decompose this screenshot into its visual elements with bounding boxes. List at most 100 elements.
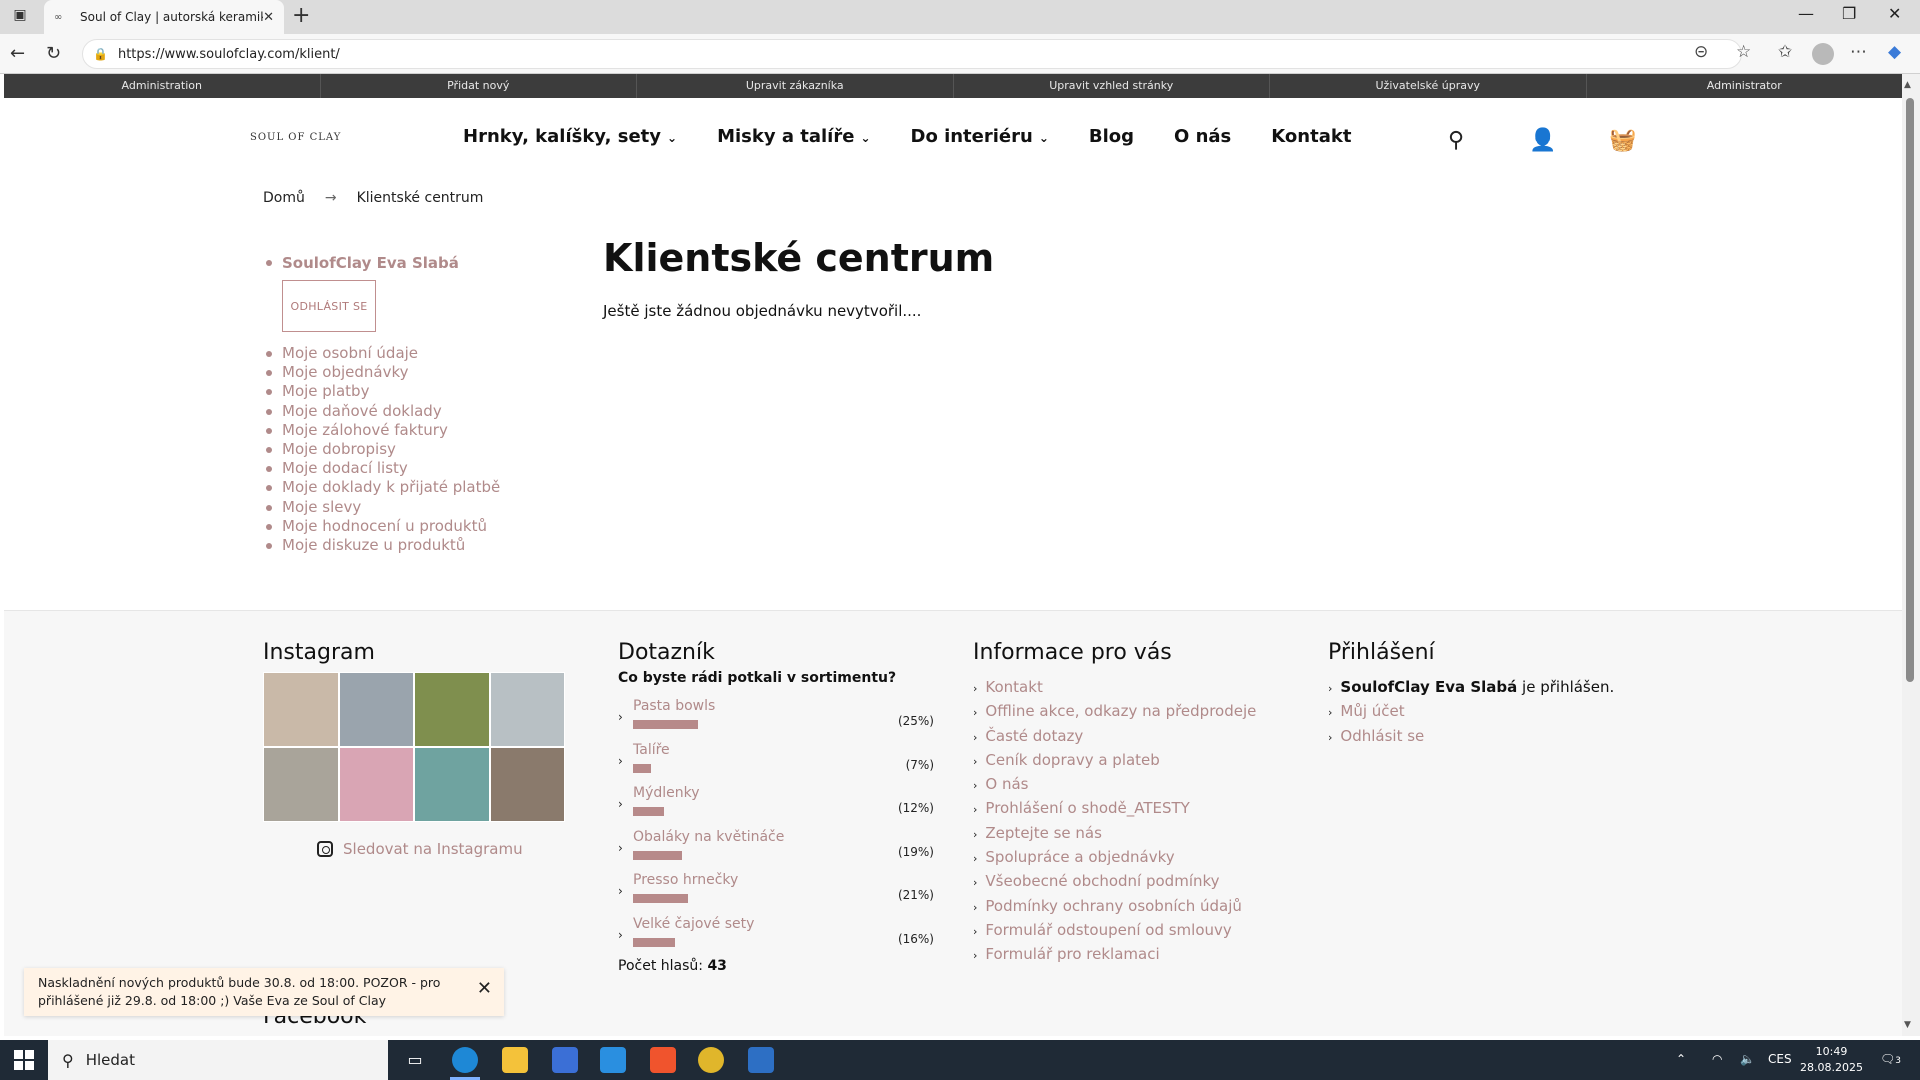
follow-instagram-link[interactable]: Sledovat na Instagramu	[317, 840, 523, 858]
notifications-icon[interactable]: 🗨3	[1880, 1052, 1901, 1066]
nav-item-blog[interactable]: Blog	[1089, 126, 1134, 147]
favorite-star-icon[interactable]: ☆	[1736, 42, 1751, 62]
store-icon[interactable]	[552, 1047, 578, 1073]
volume-icon[interactable]: 🔈	[1740, 1052, 1755, 1066]
info-link[interactable]: › Ceník dopravy a plateb	[973, 749, 1256, 773]
poll-option[interactable]: › Velké čajové sety (16%)	[618, 916, 934, 960]
admin-link[interactable]: Administrator	[1587, 74, 1903, 98]
cart-icon[interactable]: 🧺	[1609, 128, 1636, 153]
mail-icon[interactable]	[600, 1047, 626, 1073]
close-window-icon[interactable]: ✕	[1888, 4, 1901, 23]
photos-icon[interactable]	[748, 1047, 774, 1073]
search-icon[interactable]: ⚲	[1448, 128, 1464, 153]
admin-link[interactable]: Upravit vzhled stránky	[954, 74, 1270, 98]
restore-icon[interactable]: ❐	[1842, 4, 1856, 23]
sidebar-link[interactable]: Moje daňové doklady	[266, 402, 542, 421]
url-field[interactable]: 🔒 https://www.soulofclay.com/klient/	[82, 39, 1742, 69]
bullet	[266, 447, 272, 454]
close-icon[interactable]: ✕	[477, 980, 492, 998]
poll-option[interactable]: › Presso hrnečky (21%)	[618, 872, 934, 916]
sidebar-link[interactable]: Moje dodací listy	[266, 459, 542, 478]
nav-item-about[interactable]: O nás	[1174, 126, 1231, 147]
minimize-icon[interactable]: —	[1798, 4, 1814, 23]
bullet	[266, 351, 272, 357]
instagram-photo[interactable]	[414, 672, 490, 747]
scroll-down-icon[interactable]: ▼	[1904, 1020, 1911, 1030]
edge-icon[interactable]	[452, 1047, 478, 1073]
chevron-up-icon[interactable]: ⌃	[1676, 1052, 1686, 1066]
profile-avatar[interactable]	[1812, 43, 1834, 65]
more-options-icon[interactable]: ⋯	[1850, 42, 1867, 62]
info-link[interactable]: › Spolupráce a objednávky	[973, 846, 1256, 870]
network-icon[interactable]: ◠	[1712, 1052, 1722, 1066]
file-explorer-icon[interactable]	[502, 1047, 528, 1073]
nav-item-bowls[interactable]: Misky a talíře ⌄	[717, 126, 870, 147]
admin-link[interactable]: Administration	[4, 74, 321, 98]
sidebar-link[interactable]: Moje platby	[266, 382, 542, 401]
admin-link[interactable]: Uživatelské úpravy	[1270, 74, 1587, 98]
task-view-icon[interactable]: ▭	[402, 1047, 428, 1073]
admin-link[interactable]: Upravit zákazníka	[637, 74, 954, 98]
info-link[interactable]: › Kontakt	[973, 676, 1256, 700]
poll-option[interactable]: › Talíře (7%)	[618, 742, 934, 786]
info-link[interactable]: › O nás	[973, 773, 1256, 797]
nav-item-mugs[interactable]: Hrnky, kalíšky, sety ⌄	[463, 126, 677, 147]
instagram-photo[interactable]	[338, 672, 414, 747]
nav-item-interior[interactable]: Do interiéru ⌄	[911, 126, 1049, 147]
instagram-photo[interactable]	[489, 747, 565, 822]
tab-actions-icon[interactable]: ▣	[10, 7, 30, 27]
instagram-photo[interactable]	[414, 747, 490, 822]
admin-link[interactable]: Přidat nový	[321, 74, 637, 98]
scrollbar-thumb[interactable]	[1906, 98, 1914, 682]
sidebar-link[interactable]: Moje osobní údaje	[266, 344, 542, 363]
browser-tab[interactable]: ∞ Soul of Clay | autorská keramika ✕	[44, 0, 284, 34]
footer-logout-link[interactable]: › Odhlásit se	[1328, 725, 1614, 749]
nav-item-contact[interactable]: Kontakt	[1271, 126, 1351, 147]
reader-icon[interactable]: ⊝	[1694, 42, 1708, 62]
sidebar-link[interactable]: Moje doklady k přijaté platbě	[266, 478, 542, 497]
copilot-icon[interactable]: ◆	[1888, 42, 1901, 62]
instagram-photo[interactable]	[489, 672, 565, 747]
favorites-icon[interactable]: ✩	[1778, 42, 1792, 62]
sidebar-link[interactable]: Moje dobropisy	[266, 440, 542, 459]
sidebar-link[interactable]: Moje zálohové faktury	[266, 421, 542, 440]
sidebar-link[interactable]: Moje hodnocení u produktů	[266, 517, 542, 536]
info-link[interactable]: › Offline akce, odkazy na předprodeje	[973, 700, 1256, 724]
instagram-photo[interactable]	[263, 747, 339, 822]
brave-icon[interactable]	[650, 1047, 676, 1073]
new-tab-icon[interactable]: +	[292, 3, 310, 28]
poll-option[interactable]: › Obaláky na květináče (19%)	[618, 829, 934, 873]
sidebar-link[interactable]: Moje objednávky	[266, 363, 542, 382]
back-icon[interactable]: ←	[10, 43, 25, 64]
poll-total: Počet hlasů: 43	[618, 958, 727, 974]
taskbar-search[interactable]: ⚲ Hledat	[48, 1040, 388, 1080]
reload-icon[interactable]: ↻	[46, 43, 61, 64]
info-link[interactable]: › Všeobecné obchodní podmínky	[973, 870, 1256, 894]
sidebar-link[interactable]: Moje slevy	[266, 498, 542, 517]
scroll-up-icon[interactable]: ▲	[1904, 80, 1911, 90]
taskbar-clock[interactable]: 10:49 28.08.2025	[1800, 1044, 1863, 1076]
info-link[interactable]: › Formulář pro reklamaci	[973, 943, 1256, 967]
info-link[interactable]: › Formulář odstoupení od smlouvy	[973, 919, 1256, 943]
poll-option[interactable]: › Mýdlenky (12%)	[618, 785, 934, 829]
close-tab-icon[interactable]: ✕	[263, 10, 274, 25]
language-indicator[interactable]: CES	[1768, 1052, 1792, 1066]
my-account-link[interactable]: › Můj účet	[1328, 700, 1614, 724]
user-icon[interactable]: 👤	[1529, 128, 1556, 153]
sidebar-user-name[interactable]: SoulofClay Eva Slabá	[266, 254, 542, 272]
site-logo[interactable]: SOUL OF CLAY	[250, 132, 341, 143]
info-link[interactable]: › Zeptejte se nás	[973, 822, 1256, 846]
poll-option[interactable]: › Pasta bowls (25%)	[618, 698, 934, 742]
info-link[interactable]: › Podmínky ochrany osobních údajů	[973, 895, 1256, 919]
instagram-icon	[317, 841, 333, 857]
chrome-icon[interactable]	[698, 1047, 724, 1073]
instagram-photo[interactable]	[338, 747, 414, 822]
sidebar-link[interactable]: Moje diskuze u produktů	[266, 536, 542, 555]
info-link[interactable]: › Časté dotazy	[973, 725, 1256, 749]
windows-start-icon[interactable]	[14, 1050, 34, 1070]
instagram-photo[interactable]	[263, 672, 339, 747]
logout-button[interactable]: ODHLÁSIT SE	[282, 280, 376, 332]
breadcrumb-home[interactable]: Domů	[263, 190, 305, 206]
info-link[interactable]: › Prohlášení o shodě_ATESTY	[973, 797, 1256, 821]
instagram-gallery[interactable]	[263, 672, 565, 822]
